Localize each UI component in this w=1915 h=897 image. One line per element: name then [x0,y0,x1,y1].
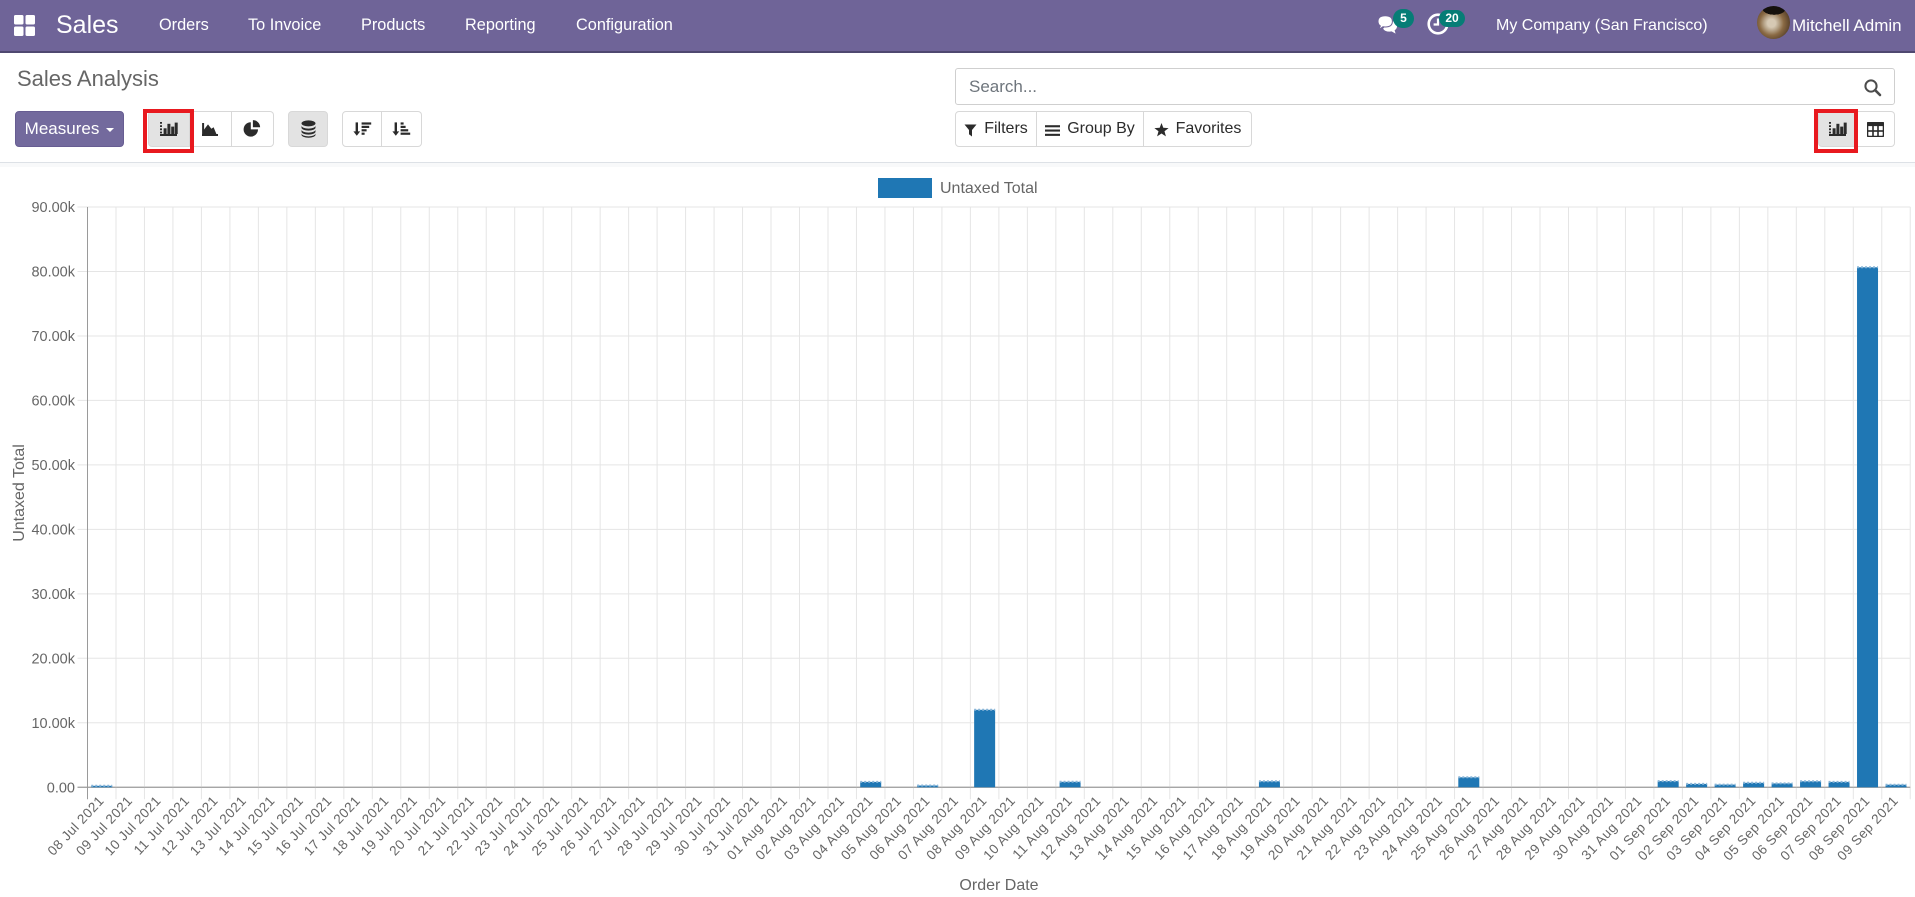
svg-text:10.00k: 10.00k [31,716,75,732]
svg-text:50.00k: 50.00k [31,458,75,474]
svg-text:90.00k: 90.00k [31,200,75,216]
svg-text:60.00k: 60.00k [31,393,75,409]
svg-text:0.00: 0.00 [47,780,75,796]
svg-text:Untaxed Total: Untaxed Total [11,444,28,542]
svg-text:30.00k: 30.00k [31,587,75,603]
svg-text:Untaxed Total: Untaxed Total [940,180,1038,197]
svg-text:20.00k: 20.00k [31,651,75,667]
svg-text:70.00k: 70.00k [31,329,75,345]
svg-text:40.00k: 40.00k [31,522,75,538]
svg-text:80.00k: 80.00k [31,265,75,281]
svg-text:Order Date: Order Date [959,877,1038,894]
